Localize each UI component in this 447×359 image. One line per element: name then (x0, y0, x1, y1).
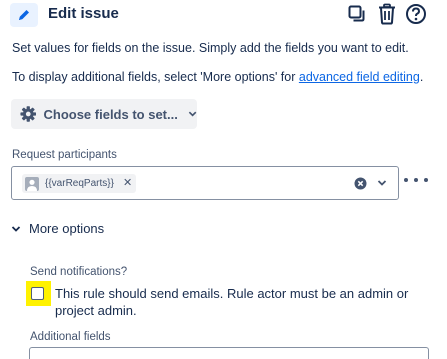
additional-fields-input[interactable] (29, 347, 429, 359)
more-options-toggle[interactable]: More options (11, 221, 104, 236)
edit-issue-icon-box (10, 3, 38, 27)
description-line-1: Set values for fields on the issue. Simp… (12, 41, 409, 55)
chevron-down-icon (11, 225, 21, 232)
chip-remove-icon[interactable]: ✕ (123, 178, 132, 189)
chevron-down-icon (188, 111, 197, 117)
additional-fields-label: Additional fields (30, 331, 111, 343)
send-notifications-checkbox-label: This rule should send emails. Rule actor… (55, 286, 409, 318)
send-notifications-checkbox[interactable] (31, 287, 44, 300)
gear-icon (20, 106, 37, 122)
description-line-2: To display additional fields, select 'Mo… (12, 69, 423, 85)
avatar (25, 176, 39, 191)
page-title: Edit issue (48, 5, 119, 22)
participant-chip: {{varReqParts}} ✕ (22, 174, 137, 193)
description-line-2-suffix: . (419, 70, 424, 84)
send-notifications-label: Send notifications? (30, 266, 128, 278)
clear-icon[interactable] (354, 177, 367, 190)
participant-chip-label: {{varReqParts}} (45, 178, 114, 189)
help-icon[interactable] (404, 2, 428, 26)
choose-fields-button[interactable]: Choose fields to set... (11, 99, 197, 129)
more-actions-icon[interactable] (404, 172, 428, 188)
chevron-down-icon[interactable] (377, 179, 387, 187)
request-participants-select[interactable]: {{varReqParts}} ✕ (11, 166, 399, 200)
pencil-icon (19, 10, 29, 20)
more-options-label: More options (29, 221, 105, 236)
request-participants-label: Request participants (12, 149, 117, 161)
description-line-2-text: To display additional fields, select 'Mo… (12, 70, 299, 84)
choose-fields-label: Choose fields to set... (43, 106, 178, 122)
trash-icon[interactable] (375, 2, 399, 26)
duplicate-icon[interactable] (345, 2, 369, 26)
advanced-field-editing-link[interactable]: advanced field editing (299, 70, 420, 84)
